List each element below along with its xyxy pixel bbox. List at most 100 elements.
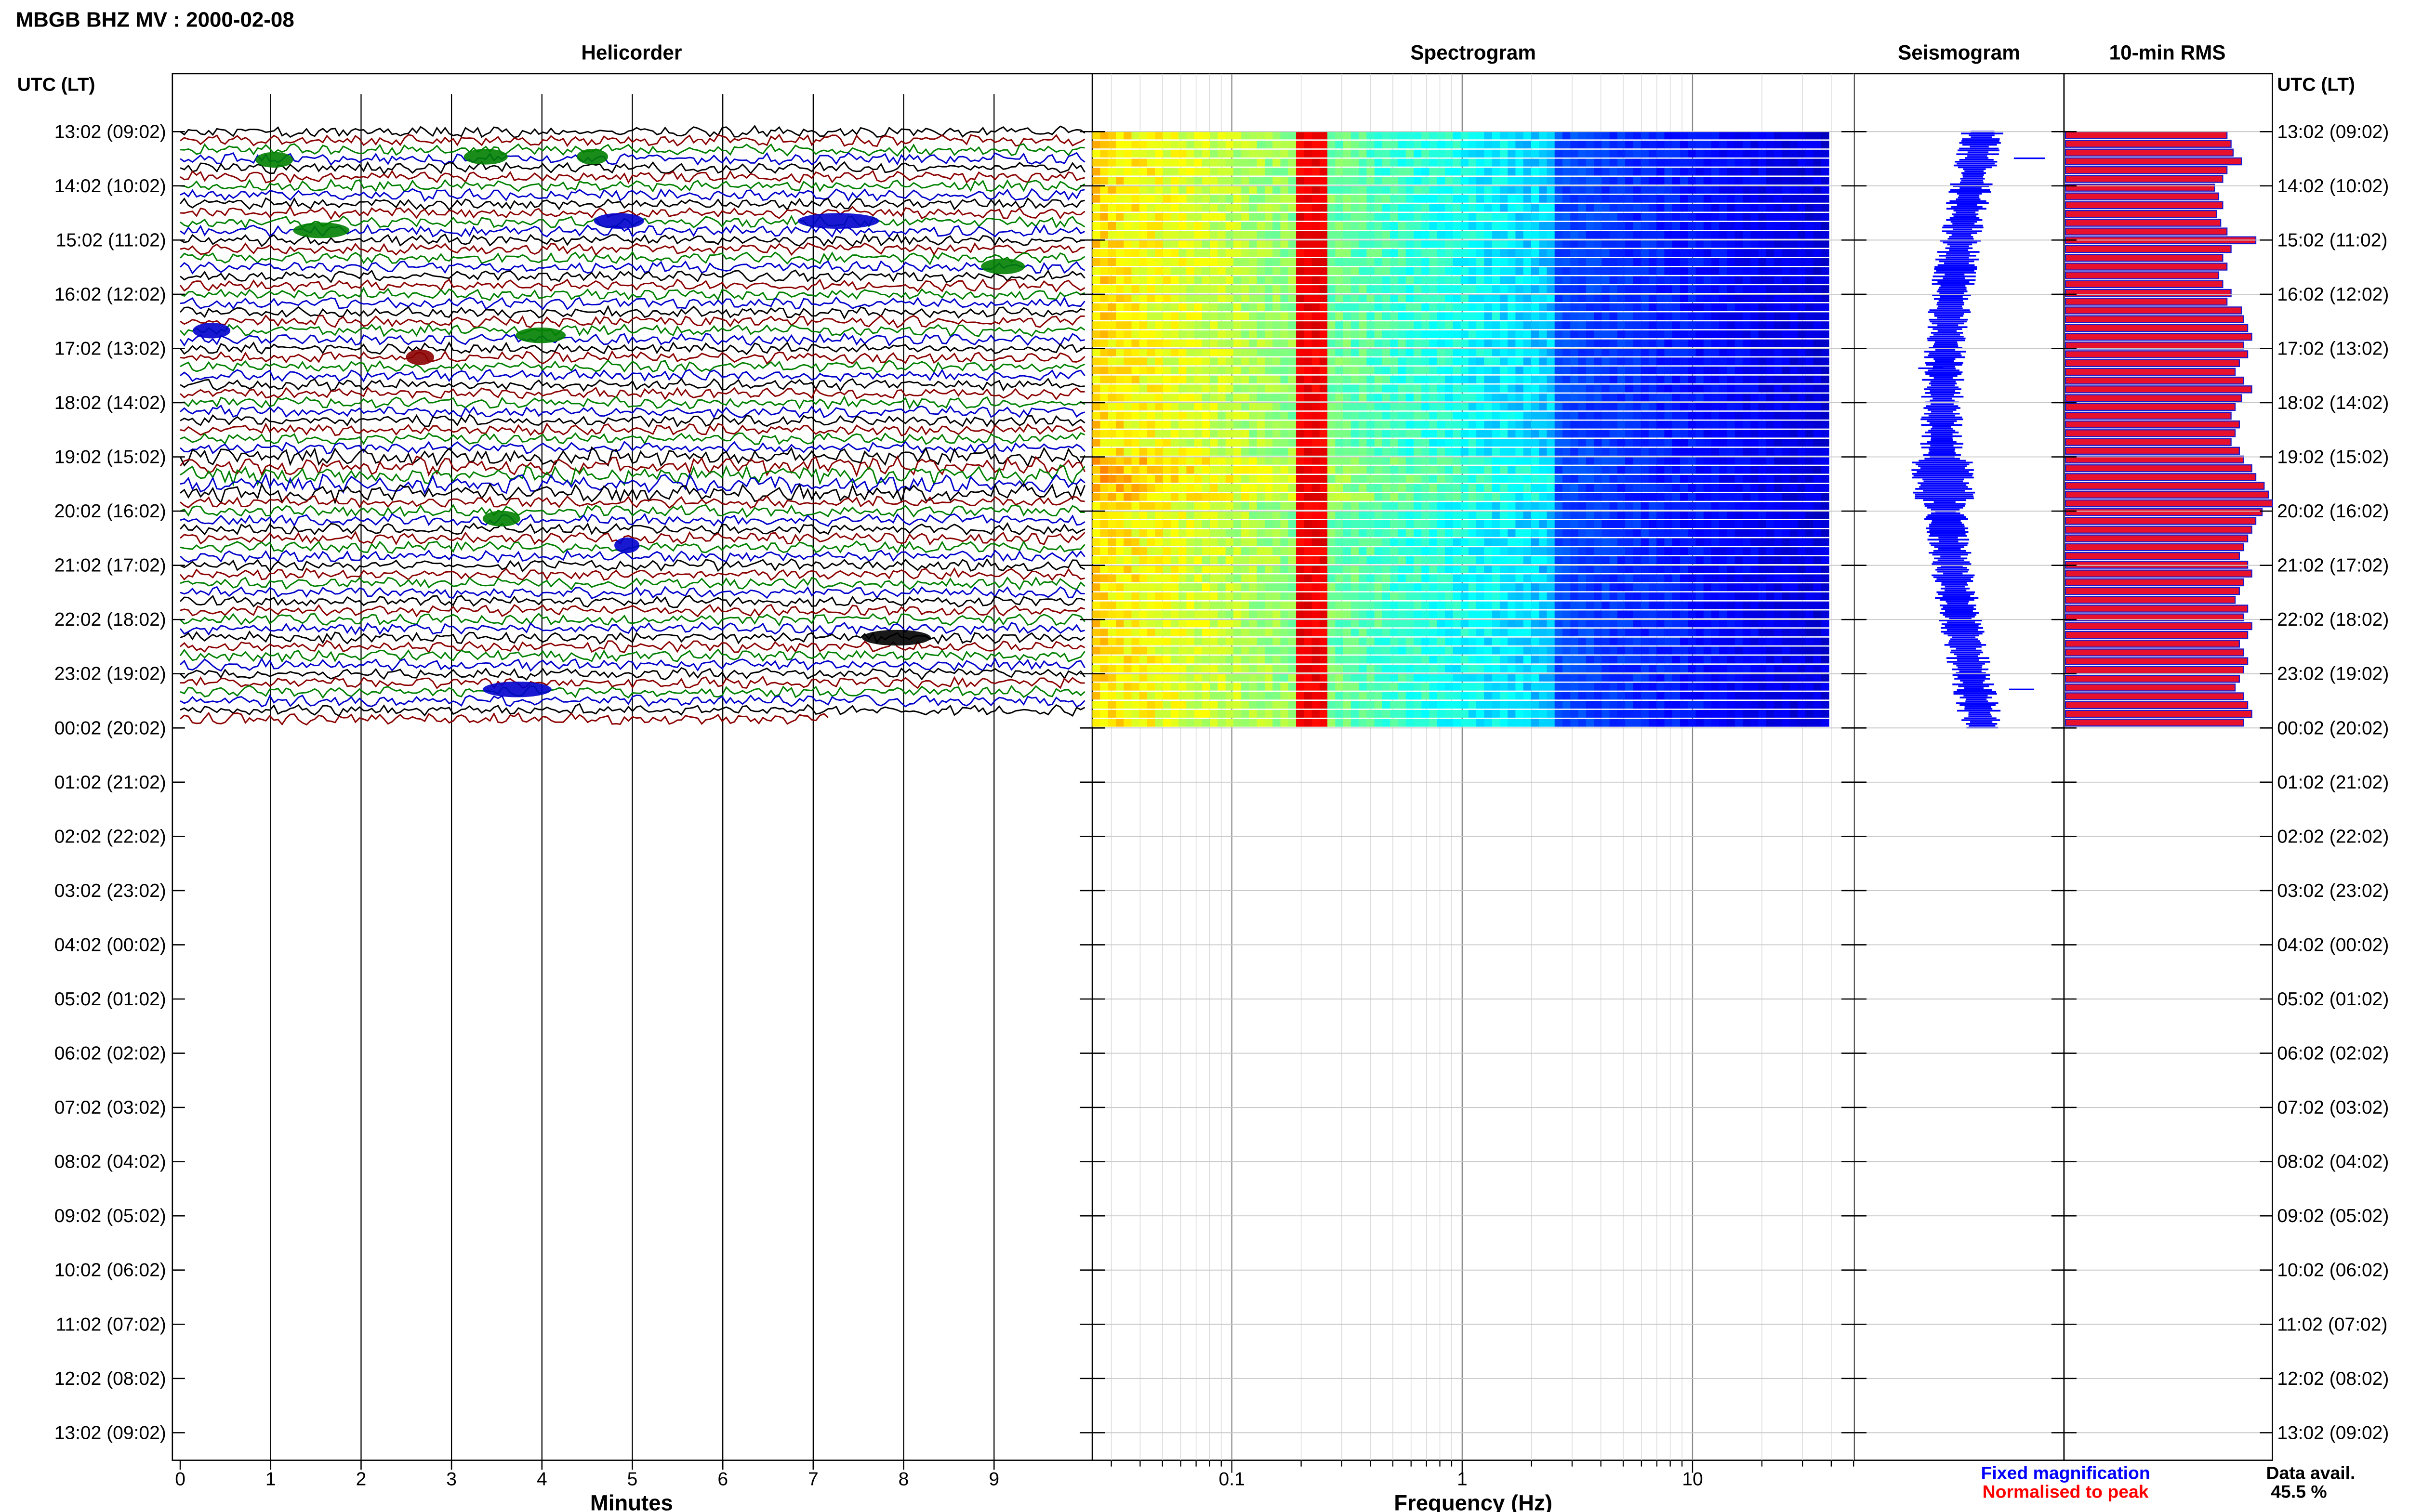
time-label: 08:02 (04:02) <box>2277 1152 2389 1172</box>
rms-bar <box>2065 473 2257 481</box>
minutes-tick-label: 0 <box>175 1469 185 1490</box>
time-label: 21:02 (17:02) <box>2277 555 2389 576</box>
time-label: 11:02 (07:02) <box>56 1314 166 1335</box>
time-label: 09:02 (05:02) <box>2277 1206 2389 1226</box>
time-axis-label-right: UTC (LT) <box>2277 75 2355 95</box>
time-label: 18:02 (14:02) <box>2277 393 2389 413</box>
rms-bar <box>2065 227 2228 236</box>
rms-bar <box>2065 411 2232 420</box>
time-labels-left: 13:02 (09:02) 14:02 (10:02) 15:02 (11:02) 1… <box>54 121 166 1443</box>
time-label: 18:02 (14:02) <box>54 393 166 413</box>
rms-bar <box>2065 587 2240 595</box>
time-label: 21:02 (17:02) <box>54 555 166 576</box>
minutes-tick-label: 1 <box>265 1469 276 1490</box>
time-label: 02:02 (22:02) <box>54 826 166 847</box>
rms-bar <box>2065 482 2265 490</box>
rms-bar <box>2065 543 2244 552</box>
rms-bar <box>2065 674 2240 683</box>
rms-bar <box>2065 350 2249 358</box>
rms-bar <box>2065 605 2249 613</box>
rms-bar <box>2065 631 2249 639</box>
minutes-tick-label: 3 <box>446 1469 457 1490</box>
time-label: 04:02 (00:02) <box>54 934 166 955</box>
time-label: 11:02 (07:02) <box>2277 1314 2387 1335</box>
rms-bar <box>2065 596 2236 604</box>
minutes-axis-label: Minutes <box>590 1491 673 1512</box>
time-label: 00:02 (20:02) <box>54 718 166 738</box>
rms-bar <box>2065 701 2249 710</box>
rms-bar <box>2065 385 2252 394</box>
time-label: 23:02 (19:02) <box>54 664 166 684</box>
rms-bar <box>2065 622 2252 631</box>
rms-bar <box>2065 342 2244 350</box>
time-label: 01:02 (21:02) <box>2277 772 2389 793</box>
minutes-tick-label: 7 <box>808 1469 819 1490</box>
rms-bar <box>2065 718 2244 727</box>
rms-bar <box>2065 517 2257 525</box>
frequency-axis: 0.1 1 10 <box>1111 1460 1854 1490</box>
time-label: 13:02 (09:02) <box>2277 121 2389 142</box>
time-label: 03:02 (23:02) <box>54 881 166 901</box>
time-label: 00:02 (20:02) <box>2277 718 2389 738</box>
rms-bar <box>2065 578 2244 587</box>
time-label: 13:02 (09:02) <box>2277 1422 2389 1443</box>
helicorder-title: Helicorder <box>581 41 682 64</box>
time-label: 05:02 (01:02) <box>54 989 166 1010</box>
time-label: 15:02 (11:02) <box>2277 230 2387 250</box>
rms-bar <box>2065 324 2249 332</box>
rms-bar <box>2065 490 2269 499</box>
rms-bar <box>2065 534 2249 543</box>
frequency-tick-label: 10 <box>1682 1469 1703 1490</box>
time-label: 12:02 (08:02) <box>2277 1368 2389 1389</box>
rms-bar <box>2065 429 2236 437</box>
minutes-tick-label: 8 <box>899 1469 909 1490</box>
rms-bar <box>2065 376 2244 385</box>
rms-bar <box>2065 166 2228 174</box>
rms-bar <box>2065 157 2242 166</box>
time-label: 05:02 (01:02) <box>2277 989 2389 1010</box>
rms-bar <box>2065 438 2232 446</box>
figure: MBGB BHZ MV : 2000-02-08 Helicorder Spec… <box>16 8 2389 1512</box>
rms-bar <box>2065 447 2240 455</box>
rms-bar <box>2065 192 2220 201</box>
rms-bar <box>2065 315 2244 323</box>
time-label: 09:02 (05:02) <box>54 1206 166 1226</box>
rms-bar <box>2065 526 2252 534</box>
rms-bar <box>2065 710 2252 718</box>
rms-bar <box>2065 289 2232 297</box>
rms-bars <box>2065 131 2273 727</box>
rms-bar <box>2065 368 2236 376</box>
rms-bar <box>2065 552 2240 560</box>
time-label: 04:02 (00:02) <box>2277 934 2389 955</box>
time-label: 14:02 (10:02) <box>2277 176 2389 197</box>
time-label: 08:02 (04:02) <box>54 1152 166 1172</box>
rms-bar <box>2065 245 2232 253</box>
rms-bar <box>2065 280 2224 289</box>
time-label: 01:02 (21:02) <box>54 772 166 793</box>
rms-bar <box>2065 131 2228 139</box>
time-label: 13:02 (09:02) <box>54 1422 166 1443</box>
minutes-axis: 0 1 2 3 4 5 6 7 8 9 <box>175 1460 999 1490</box>
time-label: 23:02 (19:02) <box>2277 664 2389 684</box>
time-axis-label-left: UTC (LT) <box>17 75 95 95</box>
rms-bar <box>2065 306 2242 315</box>
minutes-tick-label: 5 <box>627 1469 638 1490</box>
frequency-tick-label: 0.1 <box>1219 1469 1245 1490</box>
helicorder-grid <box>270 94 995 1460</box>
time-label: 12:02 (08:02) <box>54 1368 166 1389</box>
time-label: 19:02 (15:02) <box>2277 447 2389 468</box>
time-label: 17:02 (13:02) <box>54 338 166 359</box>
rms-bar <box>2065 666 2244 674</box>
rms-bar <box>2065 175 2224 183</box>
rms-bar <box>2065 657 2249 665</box>
rms-bar <box>2065 561 2249 569</box>
seismogram-trace <box>1911 131 2045 729</box>
time-label: 15:02 (11:02) <box>56 230 166 250</box>
frequency-tick-label: 1 <box>1457 1469 1468 1490</box>
rms-bar <box>2065 499 2273 508</box>
time-label: 20:02 (16:02) <box>54 501 166 522</box>
time-label: 16:02 (12:02) <box>2277 284 2389 305</box>
rms-bar <box>2065 271 2220 279</box>
minutes-tick-label: 2 <box>356 1469 367 1490</box>
time-label: 10:02 (06:02) <box>2277 1260 2389 1281</box>
